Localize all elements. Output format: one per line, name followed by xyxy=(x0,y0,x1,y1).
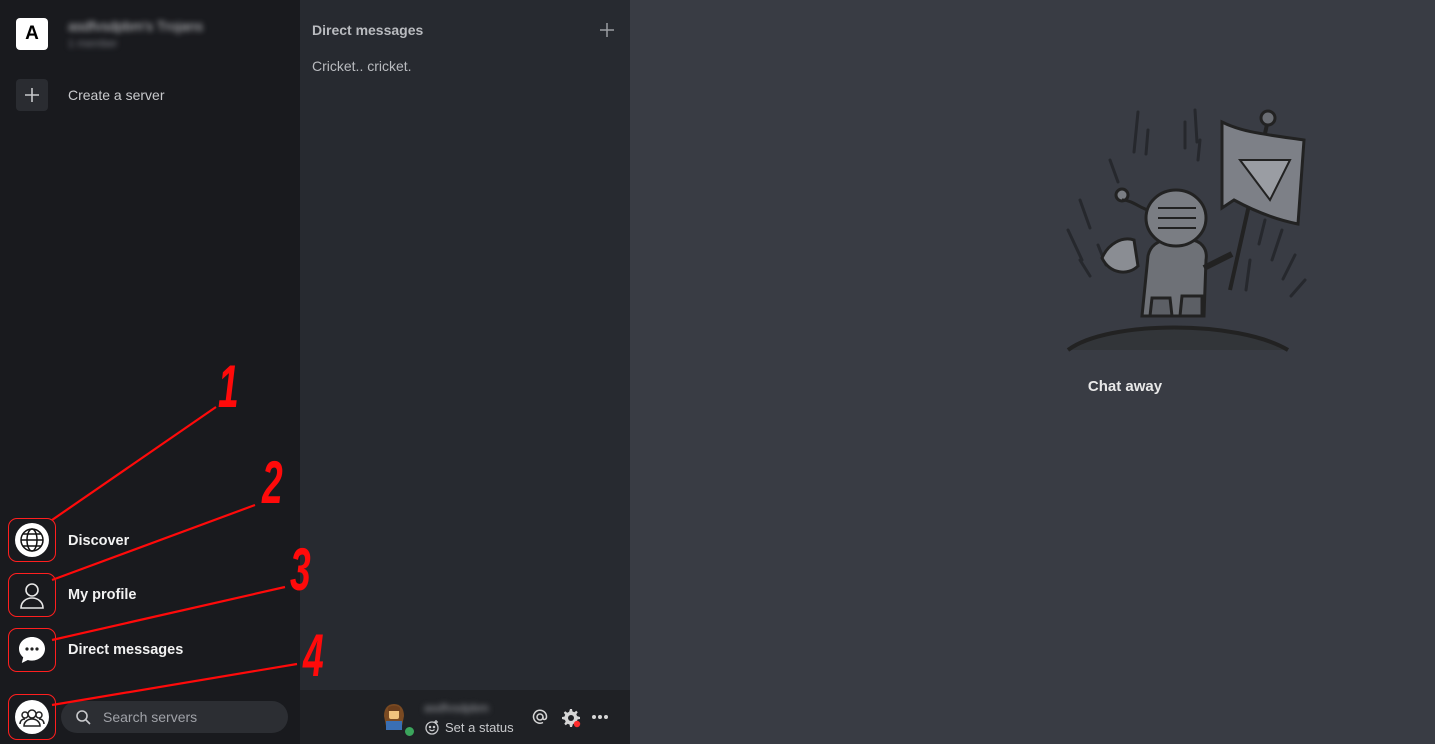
dm-list-item[interactable]: Cricket.. cricket. xyxy=(312,58,412,74)
plus-icon xyxy=(25,88,39,102)
smiley-add-icon xyxy=(425,720,439,735)
chat-bubble-icon xyxy=(15,633,49,667)
discover-button[interactable] xyxy=(8,518,56,562)
direct-messages-panel: Direct messages Cricket.. cricket. asdfv… xyxy=(300,0,630,744)
server-member-count: 1 member xyxy=(68,38,118,50)
settings-icon[interactable] xyxy=(561,708,581,728)
set-status-label: Set a status xyxy=(445,719,514,735)
set-status-button[interactable]: Set a status xyxy=(424,719,514,735)
annotation-number: 4 xyxy=(303,622,324,689)
annotation-number: 1 xyxy=(218,353,239,420)
user-avatar[interactable] xyxy=(380,702,408,730)
server-sidebar: A asdfvsdpbm's Trojans 1 member Create a… xyxy=(0,0,300,744)
direct-messages-button[interactable] xyxy=(8,628,56,672)
servers-toggle-button[interactable] xyxy=(8,694,56,740)
search-servers-input[interactable] xyxy=(101,708,275,726)
my-profile-button[interactable] xyxy=(8,573,56,617)
knight-flag-illustration xyxy=(1066,108,1307,352)
create-server-button[interactable] xyxy=(16,79,48,111)
more-options-icon[interactable] xyxy=(591,714,609,720)
mentions-icon[interactable] xyxy=(531,708,549,726)
server-name[interactable]: asdfvsdpbm's Trojans xyxy=(68,18,203,34)
my-profile-label[interactable]: My profile xyxy=(68,587,136,603)
search-servers-field[interactable] xyxy=(61,701,288,733)
group-icon xyxy=(15,700,49,734)
search-icon xyxy=(76,710,91,725)
username: asdfvsdpbm xyxy=(424,701,489,715)
main-content: Chat away xyxy=(630,0,1435,744)
globe-icon xyxy=(15,523,49,557)
annotation-number: 2 xyxy=(262,449,283,516)
new-dm-button[interactable] xyxy=(600,20,614,43)
direct-messages-label[interactable]: Direct messages xyxy=(68,642,183,658)
discover-label[interactable]: Discover xyxy=(68,533,129,549)
create-server-label[interactable]: Create a server xyxy=(68,87,164,103)
user-icon xyxy=(15,578,49,612)
plus-icon xyxy=(600,23,614,37)
dm-header: Direct messages xyxy=(312,22,424,38)
annotation-number: 3 xyxy=(290,536,311,603)
online-status-dot xyxy=(403,725,416,738)
server-avatar[interactable]: A xyxy=(16,18,48,50)
empty-state-text: Chat away xyxy=(1087,378,1163,395)
user-bar: asdfvsdpbm Set a status xyxy=(300,690,630,744)
